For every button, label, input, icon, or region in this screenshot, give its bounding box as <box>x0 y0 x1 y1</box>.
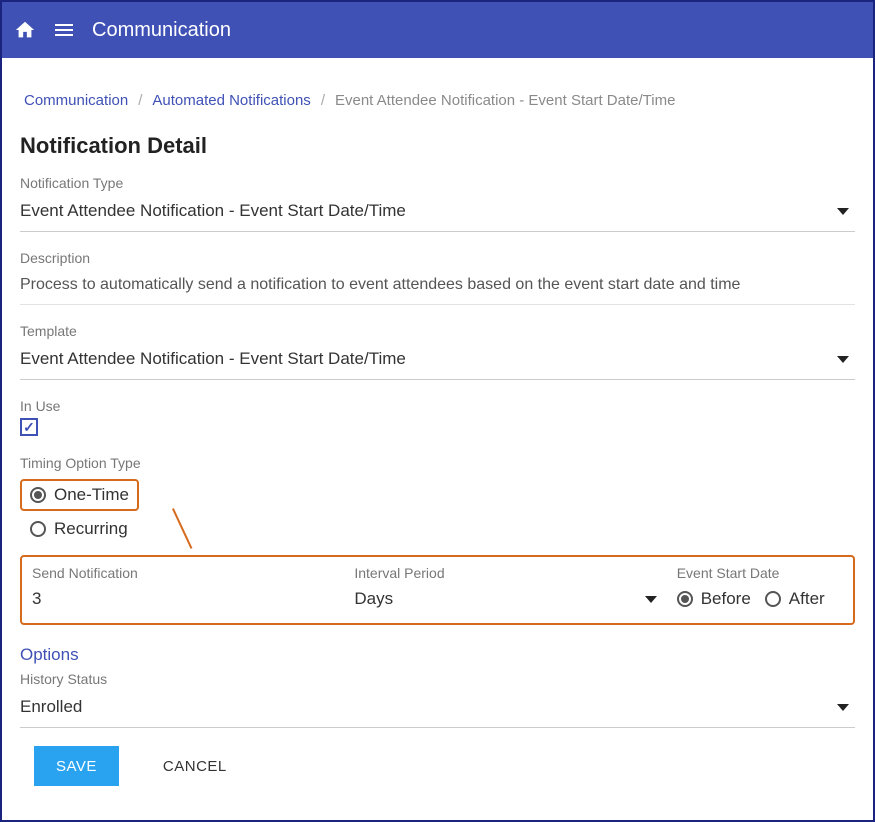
template-value: Event Attendee Notification - Event Star… <box>20 349 406 369</box>
history-status-value: Enrolled <box>20 697 82 717</box>
radio-recurring[interactable]: Recurring <box>20 519 855 539</box>
radio-icon <box>30 521 46 537</box>
radio-icon <box>677 591 693 607</box>
page-content: Communication / Automated Notifications … <box>2 58 873 804</box>
chevron-down-icon <box>837 201 849 221</box>
app-header: Communication <box>2 2 873 58</box>
send-notification-input[interactable]: 3 <box>32 589 334 609</box>
button-row: SAVE CANCEL <box>20 746 855 786</box>
field-in-use: In Use <box>20 398 855 437</box>
notification-type-select[interactable]: Event Attendee Notification - Event Star… <box>20 195 855 232</box>
field-event-start-date: Event Start Date Before After <box>677 565 843 609</box>
radio-icon <box>30 487 46 503</box>
interval-period-value: Days <box>354 589 393 609</box>
history-status-select[interactable]: Enrolled <box>20 691 855 728</box>
field-interval-period: Interval Period Days <box>354 565 656 609</box>
notification-type-value: Event Attendee Notification - Event Star… <box>20 201 406 221</box>
history-status-label: History Status <box>20 671 855 687</box>
timing-row-highlight: Send Notification 3 Interval Period Days… <box>20 555 855 625</box>
in-use-label: In Use <box>20 398 855 414</box>
field-send-notification: Send Notification 3 <box>32 565 334 609</box>
field-timing-option-type: Timing Option Type One-Time Recurring <box>20 455 855 545</box>
page-title: Notification Detail <box>20 133 855 159</box>
radio-after-label: After <box>789 589 825 609</box>
field-history-status: History Status Enrolled <box>20 671 855 728</box>
radio-one-time[interactable]: One-Time <box>30 485 129 505</box>
timing-option-type-radio-group: One-Time Recurring <box>20 475 855 545</box>
field-template: Template Event Attendee Notification - E… <box>20 323 855 380</box>
event-start-date-label: Event Start Date <box>677 565 843 581</box>
radio-one-time-label: One-Time <box>54 485 129 505</box>
radio-recurring-label: Recurring <box>54 519 128 539</box>
cancel-button[interactable]: CANCEL <box>141 746 249 786</box>
breadcrumb: Communication / Automated Notifications … <box>20 58 855 133</box>
field-description: Description Process to automatically sen… <box>20 250 855 305</box>
menu-icon[interactable] <box>52 18 76 42</box>
breadcrumb-current: Event Attendee Notification - Event Star… <box>335 92 675 109</box>
radio-after[interactable]: After <box>765 589 825 609</box>
description-label: Description <box>20 250 855 266</box>
chevron-down-icon <box>645 589 657 609</box>
options-heading: Options <box>20 645 855 665</box>
header-title: Communication <box>92 19 231 42</box>
field-notification-type: Notification Type Event Attendee Notific… <box>20 175 855 232</box>
breadcrumb-separator: / <box>138 92 142 109</box>
send-notification-value: 3 <box>32 589 41 609</box>
timing-option-type-label: Timing Option Type <box>20 455 855 471</box>
interval-period-label: Interval Period <box>354 565 656 581</box>
radio-before-label: Before <box>701 589 751 609</box>
template-label: Template <box>20 323 855 339</box>
home-icon[interactable] <box>14 19 36 41</box>
notification-type-label: Notification Type <box>20 175 855 191</box>
send-notification-label: Send Notification <box>32 565 334 581</box>
chevron-down-icon <box>837 349 849 369</box>
event-start-date-radio-group: Before After <box>677 589 843 609</box>
breadcrumb-separator: / <box>321 92 325 109</box>
radio-icon <box>765 591 781 607</box>
template-select[interactable]: Event Attendee Notification - Event Star… <box>20 343 855 380</box>
breadcrumb-link-automated-notifications[interactable]: Automated Notifications <box>152 92 310 109</box>
radio-before[interactable]: Before <box>677 589 751 609</box>
breadcrumb-link-communication[interactable]: Communication <box>24 92 128 109</box>
save-button[interactable]: SAVE <box>34 746 119 786</box>
chevron-down-icon <box>837 697 849 717</box>
interval-period-select[interactable]: Days <box>354 589 656 609</box>
in-use-checkbox[interactable] <box>20 418 38 436</box>
description-value: Process to automatically send a notifica… <box>20 270 855 305</box>
